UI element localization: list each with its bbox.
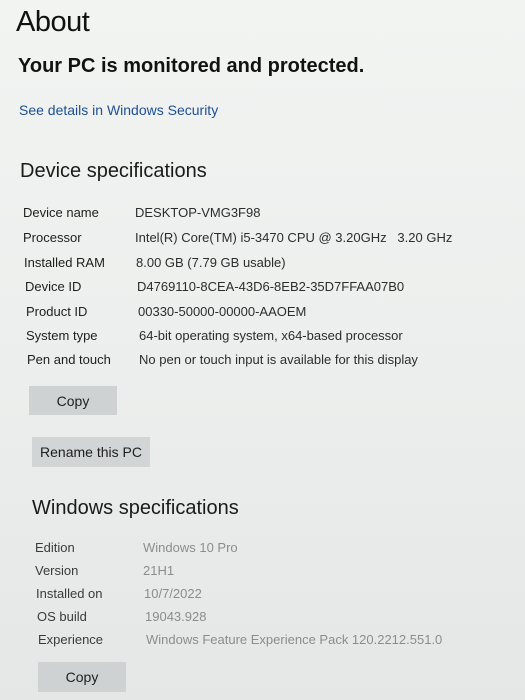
spec-label: Installed on xyxy=(36,586,103,601)
spec-label: Product ID xyxy=(26,304,88,319)
spec-value: Intel(R) Core(TM) i5-3470 CPU @ 3.20GHz … xyxy=(135,230,453,245)
spec-value: 10/7/2022 xyxy=(144,586,202,601)
protection-status: Your PC is monitored and protected. xyxy=(18,55,365,77)
spec-value: D4769110-8CEA-43D6-8EB2-35D7FFAA07B0 xyxy=(137,279,405,294)
spec-value: 19043.928 xyxy=(145,609,207,624)
spec-value: DESKTOP-VMG3F98 xyxy=(135,205,261,220)
spec-value: 8.00 GB (7.79 GB usable) xyxy=(136,255,286,270)
spec-value: Windows Feature Experience Pack 120.2212… xyxy=(146,632,443,647)
spec-label: Installed RAM xyxy=(24,255,105,270)
spec-label: OS build xyxy=(37,609,87,624)
about-settings-page: About Your PC is monitored and protected… xyxy=(0,0,525,700)
spec-value: No pen or touch input is available for t… xyxy=(139,352,418,367)
spec-value: 00330-50000-00000-AAOEM xyxy=(138,304,307,319)
spec-label: Pen and touch xyxy=(27,352,111,367)
spec-label: Device name xyxy=(23,205,99,220)
spec-label: Processor xyxy=(23,230,82,245)
copy-windows-specs-button[interactable]: Copy xyxy=(38,662,126,692)
spec-label: System type xyxy=(26,328,98,343)
spec-value: Windows 10 Pro xyxy=(143,540,238,555)
spec-value: 64-bit operating system, x64-based proce… xyxy=(139,328,403,343)
device-specifications-heading: Device specifications xyxy=(20,160,207,182)
spec-label: Experience xyxy=(38,632,104,647)
rename-pc-button[interactable]: Rename this PC xyxy=(32,437,150,467)
windows-specifications-heading: Windows specifications xyxy=(32,497,239,519)
spec-label: Version xyxy=(35,563,79,578)
spec-label: Edition xyxy=(35,540,75,555)
copy-device-specs-button[interactable]: Copy xyxy=(29,386,117,415)
page-title: About xyxy=(16,6,90,38)
windows-security-link[interactable]: See details in Windows Security xyxy=(19,102,218,118)
spec-label: Device ID xyxy=(25,279,82,294)
spec-value: 21H1 xyxy=(143,563,175,578)
